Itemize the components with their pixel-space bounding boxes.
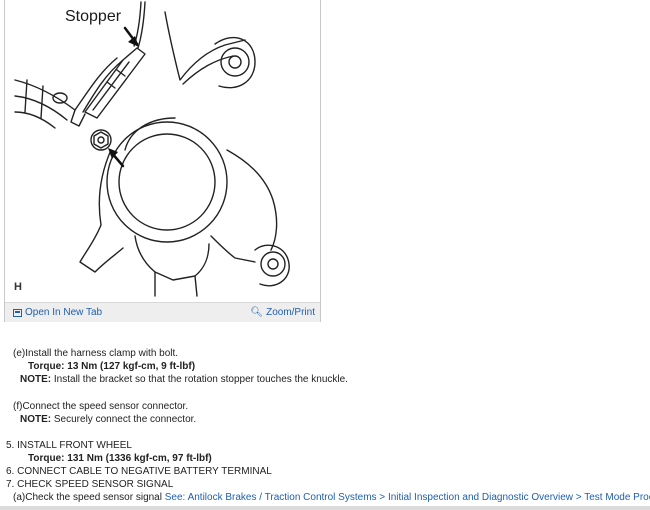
figure-container: Stopper H Open In New Tab 🔍︎ Zoom/Print [4, 0, 321, 322]
figure-toolbar: Open In New Tab 🔍︎ Zoom/Print [5, 302, 320, 322]
step-e-note: NOTE: Install the bracket so that the ro… [20, 374, 348, 386]
step-e-text: (e)Install the harness clamp with bolt. [13, 348, 179, 359]
knuckle-illustration [14, 1, 290, 297]
step-6-heading: 6. CONNECT CABLE TO NEGATIVE BATTERY TER… [6, 466, 272, 477]
breadcrumb-link-antilock-brakes[interactable]: Antilock Brakes / Traction Control Syste… [188, 492, 377, 503]
breadcrumb-link-test-mode[interactable]: Test Mode Procedure [584, 492, 650, 503]
breadcrumb-separator: > [376, 492, 388, 503]
step-f-note: NOTE: Securely connect the connector. [20, 414, 196, 426]
figure-letter: H [14, 281, 22, 293]
zoom-print-link[interactable]: 🔍︎ Zoom/Print [250, 307, 315, 318]
step-5-heading: 5. INSTALL FRONT WHEEL [6, 440, 132, 451]
open-in-new-tab-link[interactable]: Open In New Tab [13, 307, 102, 318]
note-label: NOTE: [20, 374, 52, 385]
knuckle-diagram [5, 0, 320, 302]
step-7-heading: 7. CHECK SPEED SENSOR SIGNAL [6, 479, 174, 490]
breadcrumb-separator: > [573, 492, 585, 503]
step-7a-text: (a)Check the speed sensor signal See: An… [13, 492, 650, 504]
magnifier-icon: 🔍︎ [250, 307, 264, 318]
step-7a-prefix: (a)Check the speed sensor signal [13, 492, 165, 503]
step-f-text: (f)Connect the speed sensor connector. [13, 401, 189, 412]
bottom-divider [0, 506, 650, 510]
stopper-callout: Stopper [65, 8, 122, 25]
step-e-torque: Torque: 13 Nm (127 kgf-cm, 9 ft-lbf) [28, 361, 196, 372]
open-new-tab-icon [13, 308, 22, 317]
zoom-print-label: Zoom/Print [266, 307, 315, 318]
note-text: Securely connect the connector. [51, 414, 197, 425]
breadcrumb-link-initial-inspection[interactable]: Initial Inspection and Diagnostic Overvi… [388, 492, 573, 503]
note-text: Install the bracket so that the rotation… [51, 374, 348, 385]
open-in-new-tab-label: Open In New Tab [25, 307, 103, 318]
note-label: NOTE: [20, 414, 52, 425]
see-label[interactable]: See: [165, 492, 188, 503]
step-5-torque: Torque: 131 Nm (1336 kgf-cm, 97 ft-lbf) [28, 453, 212, 464]
